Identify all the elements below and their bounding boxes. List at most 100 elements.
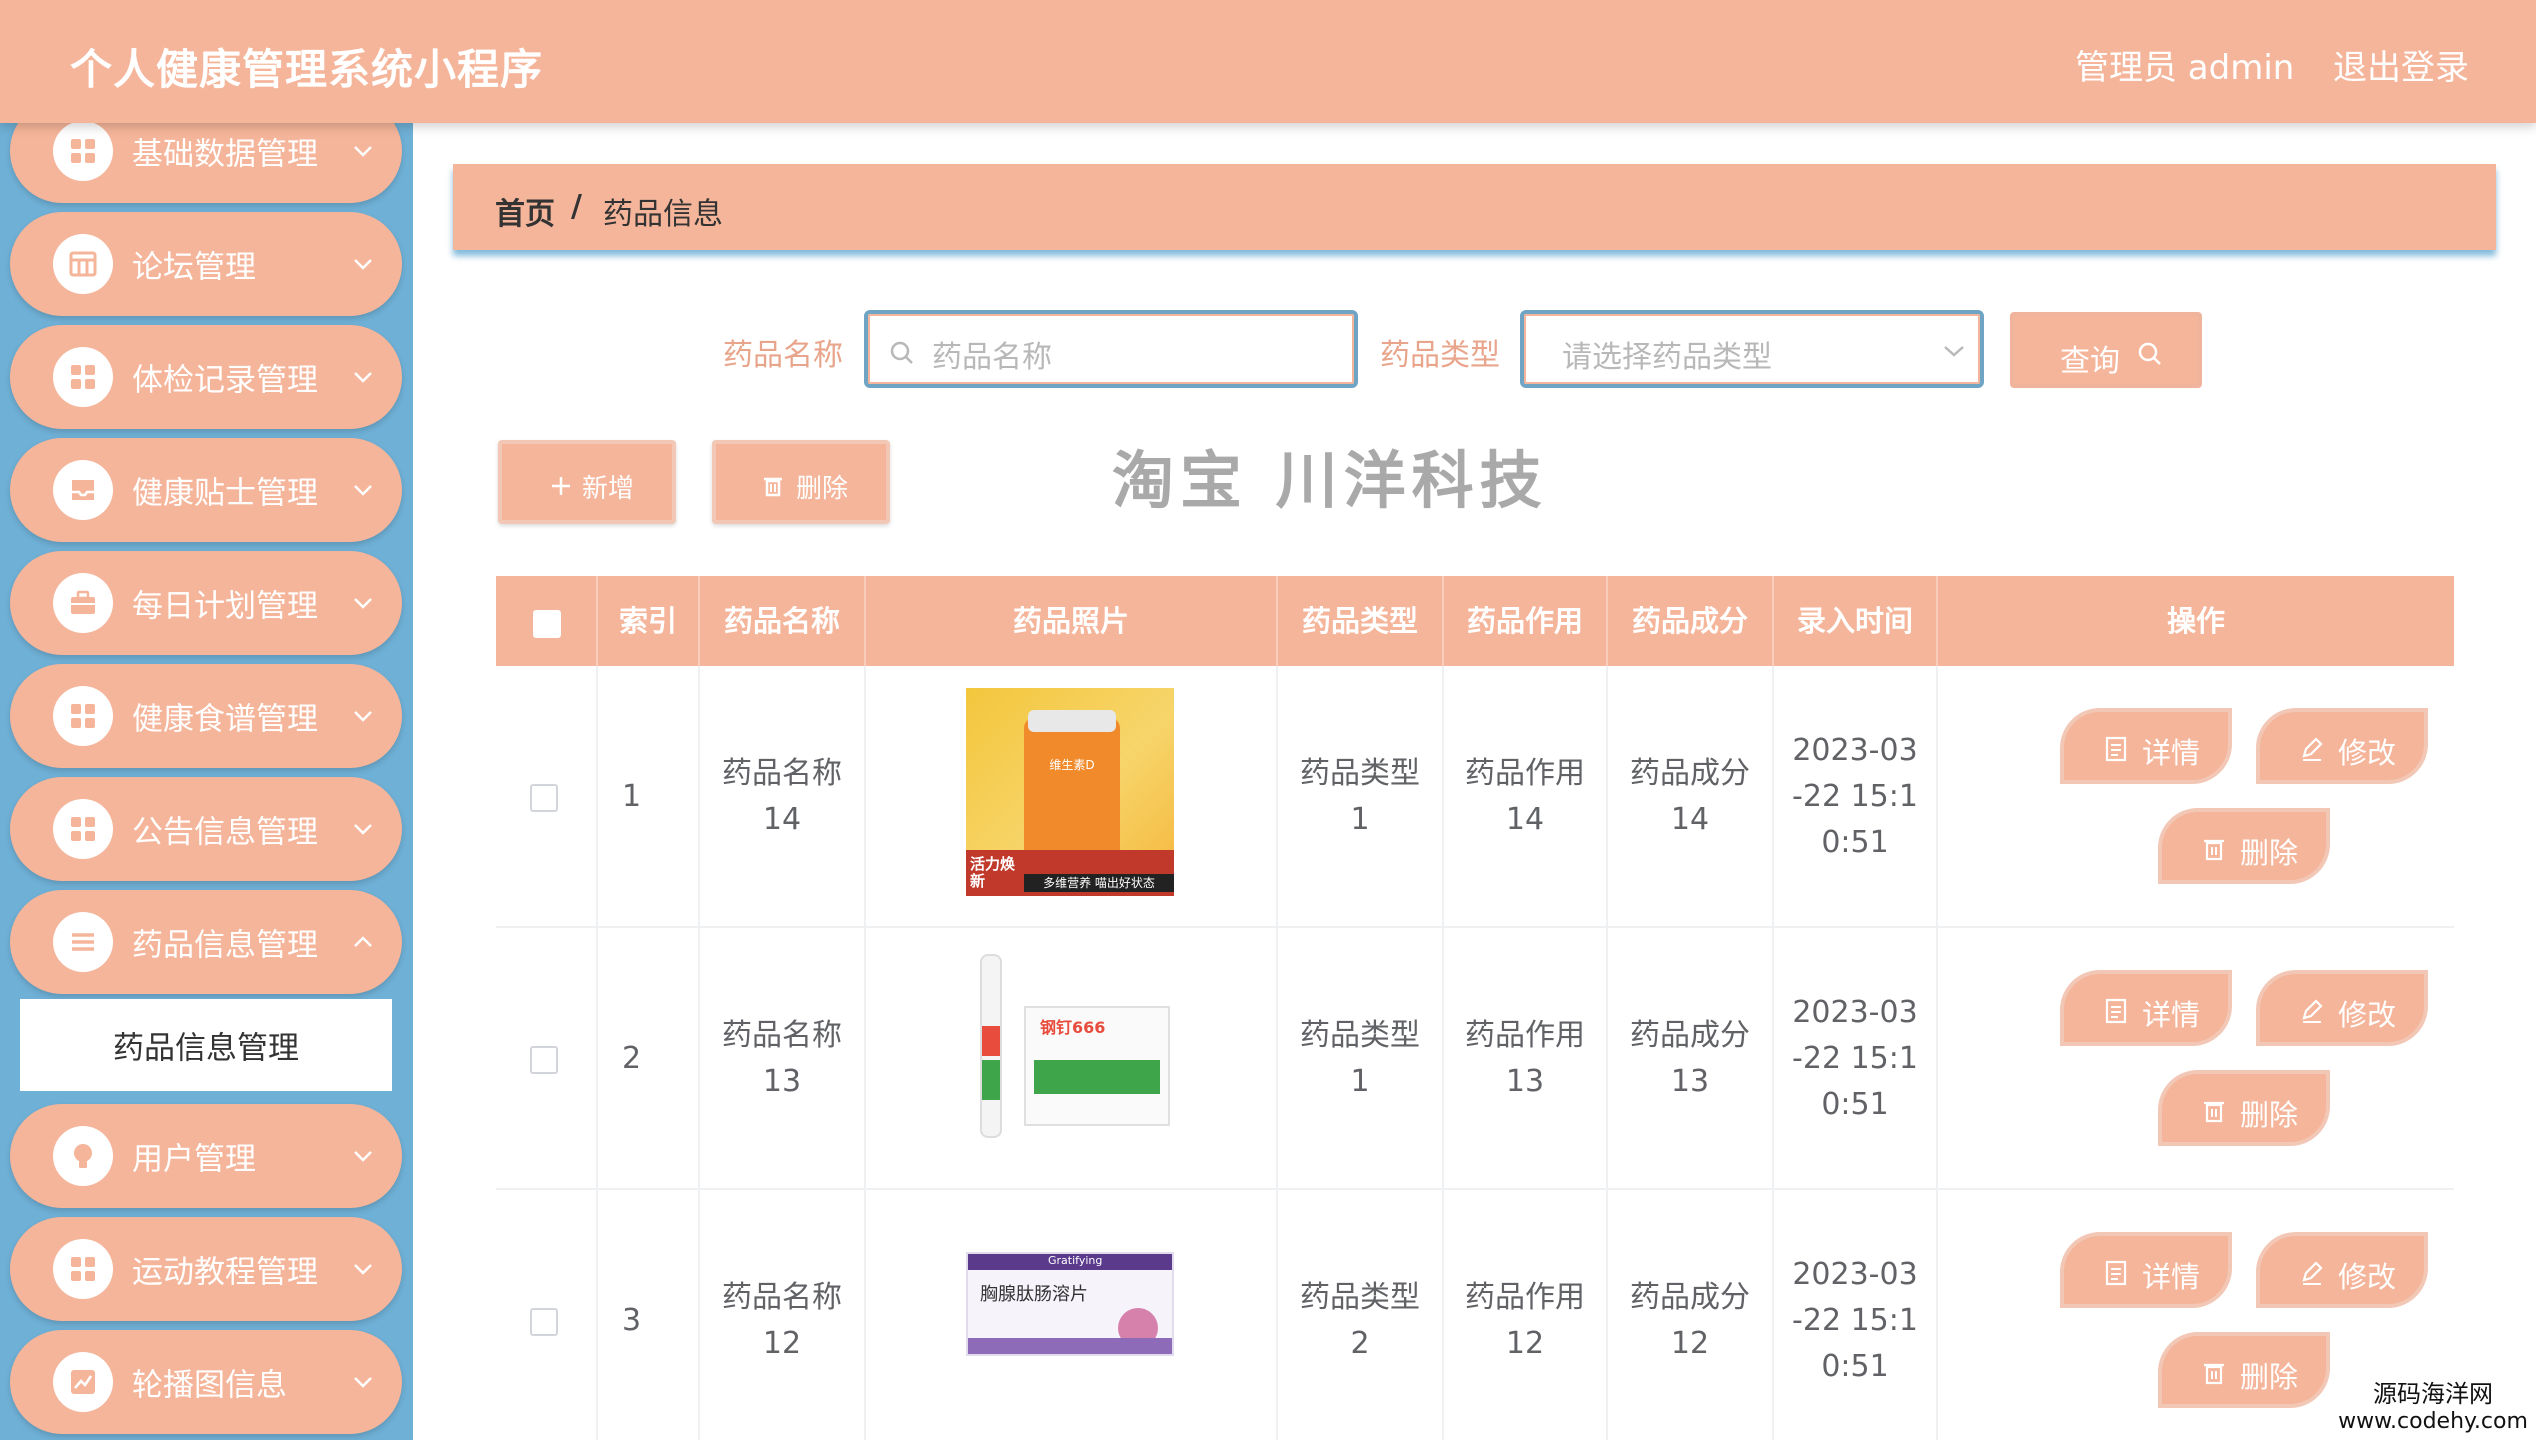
medicine-photo[interactable]: 钢钉666 bbox=[966, 950, 1174, 1158]
time-text: 2023-03-22 15:10:51 bbox=[1792, 733, 1918, 860]
effect-cell: 药品作用14 bbox=[1444, 666, 1608, 928]
sidebar-item-label: 健康贴士管理 bbox=[132, 475, 318, 512]
delete-button-label: 删除 bbox=[2240, 836, 2299, 870]
header-name: 药品名称 bbox=[700, 576, 866, 666]
delete-button[interactable]: 删除 bbox=[2158, 1070, 2330, 1146]
medicine-photo[interactable]: Gratifying 胸腺肽肠溶片 bbox=[966, 1252, 1174, 1356]
ingredient-text: 药品成分13 bbox=[1630, 1018, 1750, 1099]
detail-button[interactable]: 详情 bbox=[2060, 1232, 2232, 1308]
sidebar-item-label: 健康食谱管理 bbox=[132, 701, 318, 738]
effect-cell: 药品作用13 bbox=[1444, 928, 1608, 1190]
inbox-icon bbox=[53, 460, 113, 520]
name-text: 药品名称12 bbox=[722, 1280, 842, 1361]
index-cell: 2 bbox=[598, 928, 700, 1190]
name-cell: 药品名称13 bbox=[700, 928, 866, 1190]
header-index: 索引 bbox=[598, 576, 700, 666]
trash-icon bbox=[764, 477, 782, 497]
sidebar-item-checkup[interactable]: 体检记录管理 bbox=[10, 325, 402, 429]
chevron-down-icon bbox=[1944, 346, 1964, 357]
sidebar-item-daily-plan[interactable]: 每日计划管理 bbox=[10, 551, 402, 655]
sidebar-item-medicine[interactable]: 药品信息管理 bbox=[10, 890, 402, 994]
row-checkbox[interactable] bbox=[530, 784, 558, 812]
edit-button-label: 修改 bbox=[2338, 998, 2397, 1032]
name-text: 药品名称14 bbox=[722, 756, 842, 837]
chevron-up-icon bbox=[352, 932, 374, 956]
sidebar-item-basic-data[interactable]: 基础数据管理 bbox=[10, 123, 402, 203]
select-all-checkbox[interactable] bbox=[533, 610, 561, 638]
name-cell: 药品名称14 bbox=[700, 666, 866, 928]
delete-button[interactable]: 删除 bbox=[2158, 808, 2330, 884]
medicine-type-select[interactable]: 请选择药品类型 bbox=[1520, 310, 1984, 388]
sidebar: 基础数据管理 论坛管理 体检记录管理 健康贴士管理 每日计划管理 健康食谱管理 … bbox=[0, 123, 413, 1440]
photo-cell: Gratifying 胸腺肽肠溶片 bbox=[866, 1190, 1278, 1440]
chevron-down-icon bbox=[352, 1146, 374, 1170]
medicine-name-input[interactable]: 药品名称 bbox=[864, 310, 1358, 388]
sidebar-item-label: 药品信息管理 bbox=[132, 927, 318, 964]
add-button[interactable]: 新增 bbox=[498, 440, 676, 524]
grid-icon bbox=[53, 123, 113, 181]
row-checkbox[interactable] bbox=[530, 1046, 558, 1074]
time-text: 2023-03-22 15:10:51 bbox=[1792, 1257, 1918, 1384]
sidebar-item-users[interactable]: 用户管理 bbox=[10, 1104, 402, 1208]
edit-button[interactable]: 修改 bbox=[2256, 1232, 2428, 1308]
list-icon bbox=[53, 912, 113, 972]
time-cell: 2023-03-22 15:10:51 bbox=[1774, 928, 1938, 1190]
batch-delete-button[interactable]: 删除 bbox=[712, 440, 890, 524]
sidebar-item-recipes[interactable]: 健康食谱管理 bbox=[10, 664, 402, 768]
edit-button[interactable]: 修改 bbox=[2256, 970, 2428, 1046]
sidebar-item-label: 运动教程管理 bbox=[132, 1254, 318, 1291]
header-photo: 药品照片 bbox=[866, 576, 1278, 666]
medicine-type-label: 药品类型 bbox=[1380, 338, 1500, 373]
header-time: 录入时间 bbox=[1774, 576, 1938, 666]
index-text: 3 bbox=[622, 1303, 642, 1338]
breadcrumb-home[interactable]: 首页 bbox=[495, 189, 555, 233]
detail-button[interactable]: 详情 bbox=[2060, 708, 2232, 784]
chevron-down-icon bbox=[352, 819, 374, 843]
row-select-cell bbox=[496, 1190, 598, 1440]
type-text: 药品类型1 bbox=[1300, 1018, 1420, 1099]
header-operations: 操作 bbox=[2166, 604, 2225, 638]
photo-cell: 钢钉666 bbox=[866, 928, 1278, 1190]
medicine-name-label: 药品名称 bbox=[723, 338, 843, 373]
operations-cell: 详情 修改 删除 bbox=[1938, 928, 2454, 1190]
logout-link[interactable]: 退出登录 bbox=[2333, 40, 2469, 89]
time-text: 2023-03-22 15:10:51 bbox=[1792, 995, 1918, 1122]
detail-button-label: 详情 bbox=[2142, 736, 2201, 770]
sidebar-item-forum[interactable]: 论坛管理 bbox=[10, 212, 402, 316]
delete-button[interactable]: 删除 bbox=[2158, 1332, 2330, 1408]
sidebar-item-tips[interactable]: 健康贴士管理 bbox=[10, 438, 402, 542]
trash-icon bbox=[2204, 1101, 2224, 1123]
name-cell: 药品名称12 bbox=[700, 1190, 866, 1440]
site-watermark-url: www.codehy.com bbox=[2338, 1409, 2528, 1434]
photo-caption: 活力焕新 bbox=[970, 855, 1016, 890]
pencil-icon bbox=[2302, 1261, 2323, 1285]
photo-caption: 胸腺肽肠溶片 bbox=[980, 1284, 1088, 1305]
edit-button[interactable]: 修改 bbox=[2256, 708, 2428, 784]
submenu-item-medicine-info[interactable]: 药品信息管理 bbox=[20, 999, 392, 1091]
table-row: 2 药品名称13 钢钉666 药品类型1 药品作用13 药品成分13 2023-… bbox=[496, 928, 2454, 1190]
index-text: 2 bbox=[622, 1041, 642, 1076]
sidebar-item-label: 基础数据管理 bbox=[132, 136, 318, 173]
effect-text: 药品作用13 bbox=[1465, 1018, 1585, 1099]
sidebar-item-exercise[interactable]: 运动教程管理 bbox=[10, 1217, 402, 1321]
trash-icon bbox=[2204, 1363, 2224, 1385]
sidebar-item-label: 用户管理 bbox=[132, 1141, 256, 1178]
type-cell: 药品类型1 bbox=[1278, 666, 1444, 928]
add-button-label: 新增 bbox=[582, 474, 635, 504]
detail-button[interactable]: 详情 bbox=[2060, 970, 2232, 1046]
effect-cell: 药品作用12 bbox=[1444, 1190, 1608, 1440]
batch-delete-button-label: 删除 bbox=[796, 474, 849, 504]
ingredient-cell: 药品成分13 bbox=[1608, 928, 1774, 1190]
grid-icon bbox=[53, 1239, 113, 1299]
trash-icon bbox=[2204, 839, 2224, 861]
chevron-down-icon bbox=[352, 593, 374, 617]
search-icon bbox=[2138, 342, 2161, 365]
sidebar-item-notices[interactable]: 公告信息管理 bbox=[10, 777, 402, 881]
document-icon bbox=[2105, 998, 2127, 1024]
breadcrumb: 首页 / 药品信息 bbox=[453, 164, 2496, 250]
medicine-photo[interactable]: 维生素D 活力焕新 多维营养 喵出好状态 bbox=[966, 688, 1174, 896]
sidebar-item-carousel[interactable]: 轮播图信息 bbox=[10, 1330, 402, 1434]
query-button[interactable]: 查询 bbox=[2010, 312, 2202, 388]
row-checkbox[interactable] bbox=[530, 1308, 558, 1336]
sidebar-item-label: 论坛管理 bbox=[132, 249, 256, 286]
